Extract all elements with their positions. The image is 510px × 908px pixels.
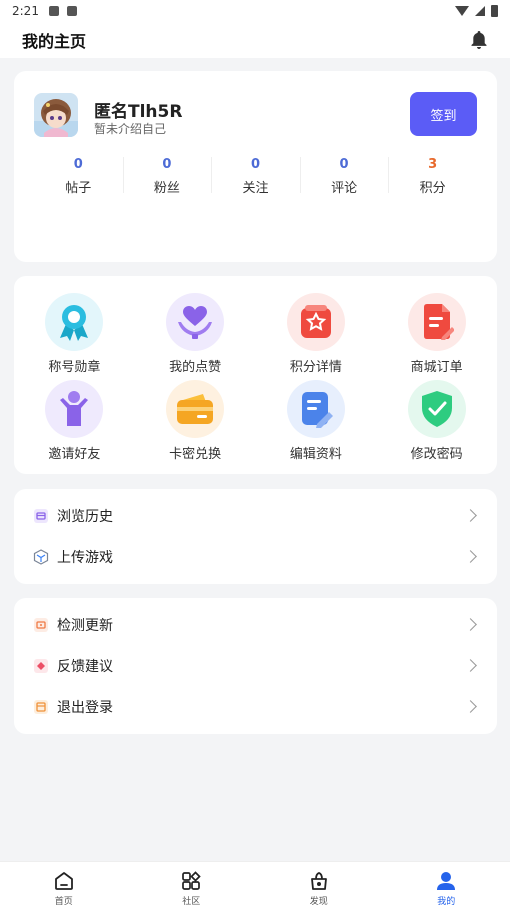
- stat-label: 帖子: [65, 181, 92, 196]
- stat-fans[interactable]: 0 粉丝: [122, 155, 212, 196]
- chevron-right-icon: [464, 509, 477, 522]
- feature-likes[interactable]: 我的点赞: [135, 293, 256, 380]
- stat-comments[interactable]: 0 评论: [299, 155, 389, 196]
- feature-label: 商城订单: [410, 360, 463, 375]
- user-bio: 暂未介绍自己: [94, 122, 167, 136]
- nav-discover[interactable]: 发现: [255, 862, 383, 908]
- signal-icon: [475, 6, 485, 16]
- chevron-right-icon: [464, 550, 477, 563]
- shield-check-icon: [407, 380, 466, 438]
- feature-grid: 称号勋章 我的点赞 积分详情 商城订单 邀请好友 卡密兑换 编辑资料 修改密码: [14, 276, 497, 474]
- stat-label: 关注: [242, 181, 269, 196]
- menu-label: 上传游戏: [57, 549, 113, 566]
- feedback-icon: [32, 657, 50, 675]
- order-document-icon: [407, 293, 466, 351]
- stat-label: 评论: [331, 181, 358, 196]
- menu-upload-game[interactable]: 上传游戏: [14, 536, 497, 577]
- nav-community[interactable]: 社区: [128, 862, 256, 908]
- menu-label: 检测更新: [57, 617, 113, 634]
- top-bar: 我的主页: [0, 22, 510, 58]
- stat-value: 3: [428, 157, 438, 172]
- user-icon: [435, 870, 457, 892]
- wallet-card-icon: [166, 380, 225, 438]
- feature-shop-orders[interactable]: 商城订单: [376, 293, 497, 380]
- status-bar: 2:21: [0, 0, 510, 22]
- chevron-right-icon: [464, 659, 477, 672]
- medal-icon: [45, 293, 104, 351]
- feature-label: 称号勋章: [48, 360, 101, 375]
- stat-value: 0: [162, 157, 172, 172]
- feature-invite-friends[interactable]: 邀请好友: [14, 380, 135, 467]
- signin-button[interactable]: 签到: [410, 92, 477, 136]
- status-time: 2:21: [12, 4, 39, 18]
- menu-label: 浏览历史: [57, 508, 113, 525]
- feature-label: 修改密码: [410, 447, 463, 462]
- stat-following[interactable]: 0 关注: [211, 155, 300, 196]
- edit-document-icon: [286, 380, 345, 438]
- username: 匿名Tlh5R: [94, 102, 183, 122]
- logout-icon: [32, 698, 50, 716]
- home-icon: [53, 870, 75, 892]
- menu-list-2: 检测更新 反馈建议 退出登录: [14, 598, 497, 734]
- app-notification-icon: [66, 6, 77, 16]
- nav-mine[interactable]: 我的: [383, 862, 510, 908]
- discover-icon: [308, 870, 330, 892]
- menu-label: 退出登录: [57, 699, 113, 716]
- profile-card: 匿名Tlh5R 暂未介绍自己 签到 0 帖子 0 粉丝 0 关注 0 评论 3 …: [14, 71, 497, 262]
- upload-game-icon: [32, 548, 50, 566]
- stats-row: 0 帖子 0 粉丝 0 关注 0 评论 3 积分: [34, 155, 477, 196]
- chevron-right-icon: [464, 700, 477, 713]
- stat-value: 0: [250, 157, 260, 172]
- feature-change-password[interactable]: 修改密码: [376, 380, 497, 467]
- nav-label: 我的: [437, 897, 456, 907]
- stat-points[interactable]: 3 积分: [388, 155, 477, 196]
- feature-label: 编辑资料: [289, 447, 342, 462]
- feature-medals[interactable]: 称号勋章: [14, 293, 135, 380]
- menu-browse-history[interactable]: 浏览历史: [14, 495, 497, 536]
- history-icon: [32, 507, 50, 525]
- nav-label: 社区: [182, 897, 201, 907]
- community-grid-icon: [180, 870, 202, 892]
- menu-feedback[interactable]: 反馈建议: [14, 645, 497, 686]
- stat-label: 粉丝: [153, 181, 180, 196]
- chevron-right-icon: [464, 618, 477, 631]
- gallery-notification-icon: [48, 6, 59, 16]
- wifi-icon: [455, 6, 469, 16]
- heart-hands-icon: [166, 293, 225, 351]
- page-title: 我的主页: [22, 32, 87, 51]
- feature-label: 积分详情: [289, 360, 342, 375]
- menu-check-update[interactable]: 检测更新: [14, 604, 497, 645]
- nav-home[interactable]: 首页: [0, 862, 128, 908]
- avatar[interactable]: [34, 93, 78, 137]
- stat-label: 积分: [419, 181, 446, 196]
- nav-label: 发现: [309, 897, 328, 907]
- invite-person-icon: [45, 380, 104, 438]
- feature-label: 我的点赞: [169, 360, 222, 375]
- menu-list-1: 浏览历史 上传游戏: [14, 489, 497, 584]
- feature-card-redeem[interactable]: 卡密兑换: [135, 380, 256, 467]
- bottom-nav: 首页 社区 发现 我的: [0, 861, 510, 908]
- stat-value: 0: [73, 157, 83, 172]
- menu-label: 反馈建议: [57, 658, 113, 675]
- feature-label: 卡密兑换: [169, 447, 222, 462]
- update-icon: [32, 616, 50, 634]
- feature-label: 邀请好友: [48, 447, 101, 462]
- feature-points-detail[interactable]: 积分详情: [256, 293, 377, 380]
- battery-icon: [491, 5, 498, 17]
- feature-edit-profile[interactable]: 编辑资料: [256, 380, 377, 467]
- menu-logout[interactable]: 退出登录: [14, 686, 497, 727]
- points-card-icon: [286, 293, 345, 351]
- nav-label: 首页: [54, 897, 73, 907]
- bell-icon[interactable]: [470, 30, 488, 50]
- stat-value: 0: [339, 157, 349, 172]
- stat-posts[interactable]: 0 帖子: [34, 155, 123, 196]
